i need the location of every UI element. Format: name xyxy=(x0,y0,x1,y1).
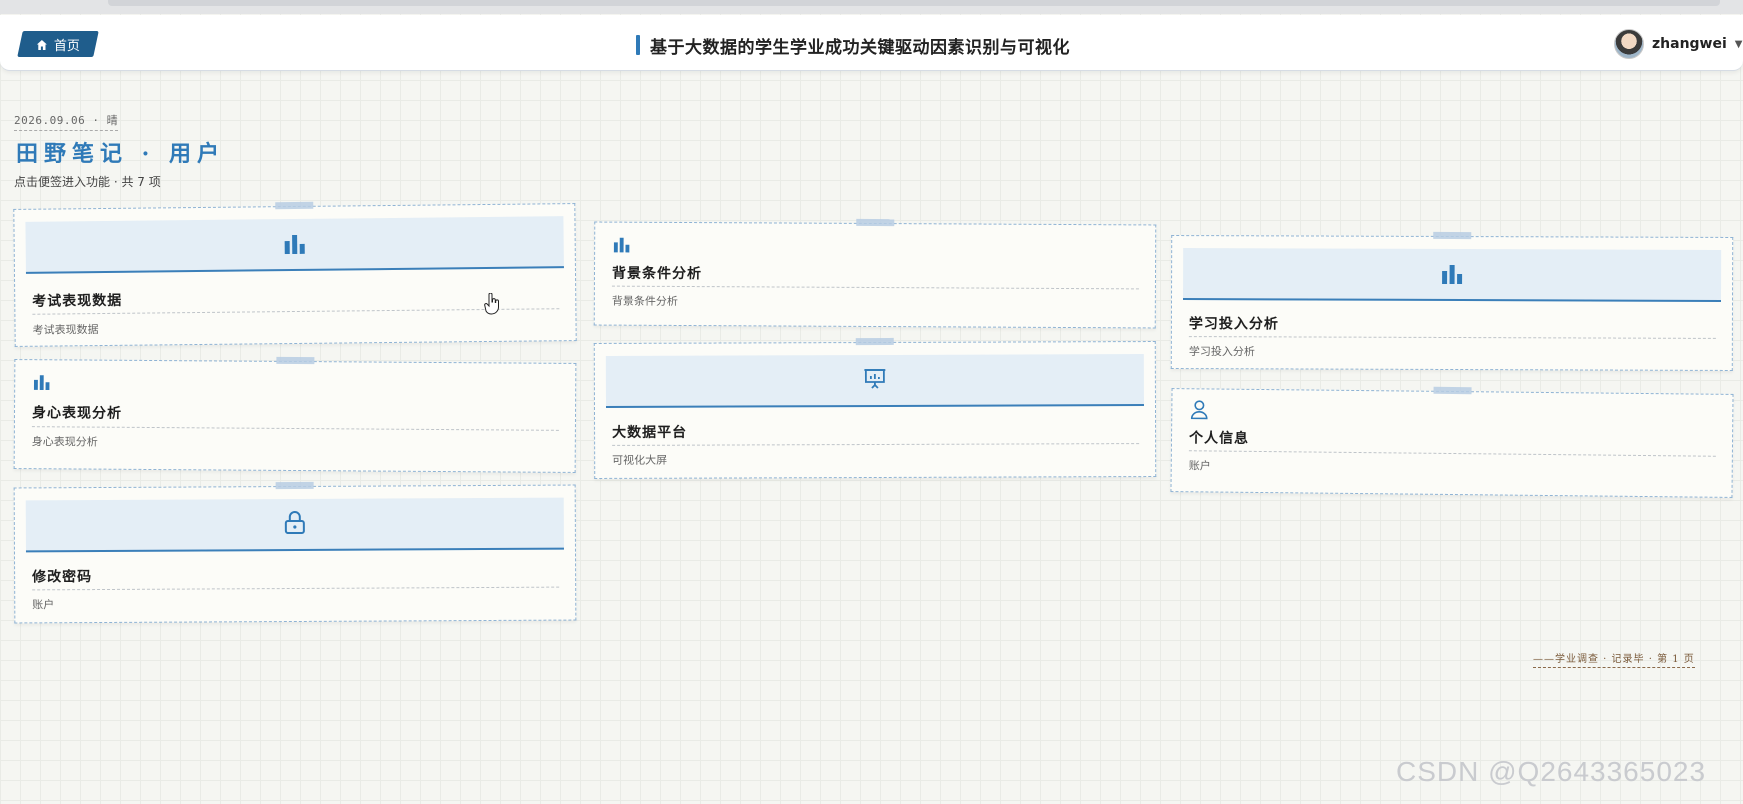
card-title: 学习投入分析 xyxy=(1188,316,1279,333)
card-mental-physical[interactable]: 身心表现分析 身心表现分析 xyxy=(13,356,577,473)
card-bigdata-platform[interactable]: 大数据平台 可视化大屏 xyxy=(593,337,1157,479)
system-title-text: 基于大数据的学生学业成功关键驱动因素识别与可视化 xyxy=(650,37,1070,58)
user-menu[interactable]: zhangwei ▼ xyxy=(1614,29,1742,59)
card-divider xyxy=(612,443,1140,446)
bar-chart-icon xyxy=(1441,264,1463,285)
home-icon xyxy=(36,39,47,49)
card-exam-data[interactable]: 考试表现数据 考试表现数据 xyxy=(13,201,577,347)
page-subtitle: 点击便签进入功能 · 共 7 项 xyxy=(14,175,161,189)
tape-decoration xyxy=(1433,386,1472,395)
card-desc: 账户 xyxy=(32,598,55,612)
top-header: 首页 基于大数据的学生学业成功关键驱动因素识别与可视化 zhangwei ▼ xyxy=(0,15,1743,71)
card-desc: 账户 xyxy=(1188,459,1211,473)
tape-decoration xyxy=(855,337,894,346)
date-weather: 2026.09.06 · 晴 xyxy=(14,112,119,131)
card-title: 个人信息 xyxy=(1188,430,1250,447)
lock-icon xyxy=(284,510,306,538)
username[interactable]: zhangwei xyxy=(1652,36,1727,52)
home-label: 首页 xyxy=(53,38,80,54)
title-accent-bar xyxy=(636,35,640,55)
browser-scroll-bar xyxy=(108,0,1720,6)
bar-chart-icon xyxy=(284,234,306,255)
card-title: 考试表现数据 xyxy=(32,292,123,310)
tape-decoration xyxy=(856,218,895,227)
card-title: 大数据平台 xyxy=(612,424,688,441)
card-change-password[interactable]: 修改密码 账户 xyxy=(13,481,577,624)
tape-decoration xyxy=(276,356,315,365)
page-title: 田野笔记 · 用户 xyxy=(16,141,225,167)
card-background-analysis[interactable]: 背景条件分析 背景条件分析 xyxy=(593,218,1157,329)
card-desc: 背景条件分析 xyxy=(611,294,678,308)
tape-decoration xyxy=(275,481,314,490)
card-divider xyxy=(1188,336,1716,339)
card-divider xyxy=(32,586,560,591)
home-button[interactable]: 首页 xyxy=(17,31,99,57)
avatar[interactable] xyxy=(1614,29,1644,59)
watermark: CSDN @Q2643365023 xyxy=(1396,756,1707,787)
tape-decoration xyxy=(275,201,314,210)
card-title: 背景条件分析 xyxy=(611,265,703,283)
card-title: 身心表现分析 xyxy=(31,405,123,422)
card-divider xyxy=(611,285,1139,290)
tape-decoration xyxy=(1433,231,1472,240)
card-desc: 学习投入分析 xyxy=(1188,345,1255,359)
presentation-icon xyxy=(863,366,887,394)
bar-chart-icon xyxy=(613,237,630,253)
system-title: 基于大数据的学生学业成功关键驱动因素识别与可视化 xyxy=(636,34,1070,58)
hand-cursor-icon xyxy=(484,292,500,319)
card-banner xyxy=(25,497,564,553)
card-learning-input[interactable]: 学习投入分析 学习投入分析 xyxy=(1170,231,1734,371)
user-icon xyxy=(1190,399,1208,423)
card-divider xyxy=(1188,450,1716,457)
footer-note: ——学业调查 · 记录毕 · 第 1 页 xyxy=(1533,650,1695,668)
card-desc: 可视化大屏 xyxy=(612,453,668,467)
card-divider xyxy=(31,426,559,431)
card-title: 修改密码 xyxy=(32,569,93,586)
card-personal-info[interactable]: 个人信息 账户 xyxy=(1170,386,1734,498)
card-banner xyxy=(1183,248,1722,302)
card-desc: 考试表现数据 xyxy=(32,323,99,337)
caret-down-icon[interactable]: ▼ xyxy=(1735,39,1743,50)
card-banner xyxy=(605,354,1144,408)
browser-top-strip xyxy=(0,0,1743,14)
bar-chart-icon xyxy=(33,374,50,391)
card-banner xyxy=(25,216,564,274)
card-desc: 身心表现分析 xyxy=(31,435,98,449)
